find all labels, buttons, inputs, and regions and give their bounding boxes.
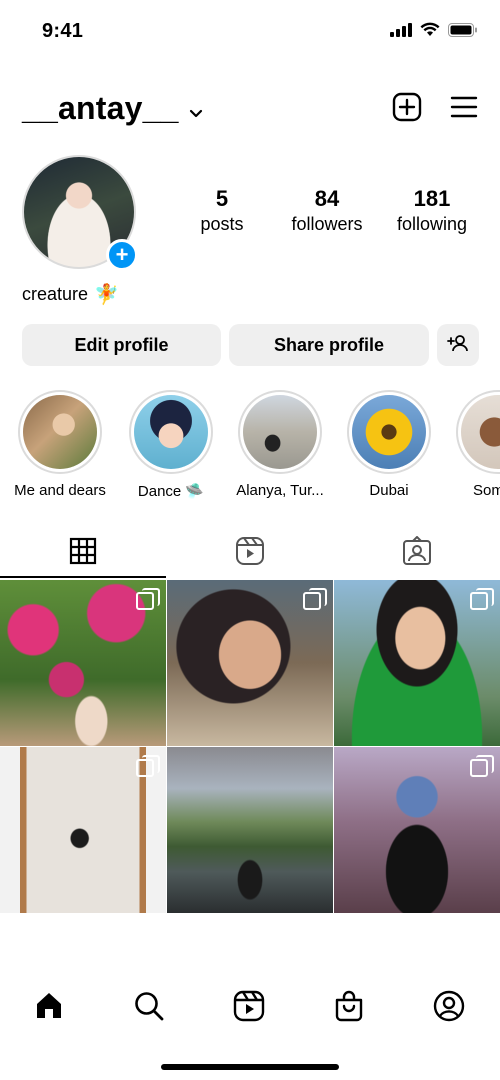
highlight-label: Alanya, Tur... bbox=[236, 482, 324, 499]
multiple-photos-icon bbox=[136, 755, 160, 777]
wifi-icon bbox=[420, 22, 440, 42]
discover-people-button[interactable] bbox=[437, 324, 479, 366]
status-bar: 9:41 bbox=[0, 0, 500, 62]
bio-text: creature bbox=[22, 284, 89, 304]
reels-icon bbox=[235, 536, 265, 571]
highlight-ring bbox=[18, 390, 102, 474]
following-stat[interactable]: 181 following bbox=[382, 186, 482, 235]
status-time: 9:41 bbox=[42, 20, 84, 42]
profile-actions: Edit profile Share profile bbox=[22, 324, 479, 366]
nav-shop[interactable] bbox=[329, 988, 369, 1028]
followers-label: followers bbox=[291, 214, 363, 234]
tagged-icon bbox=[402, 535, 432, 571]
tab-tagged[interactable] bbox=[334, 528, 500, 578]
highlight-ring bbox=[456, 390, 500, 474]
nav-profile[interactable] bbox=[429, 988, 469, 1028]
post-thumbnail[interactable] bbox=[334, 580, 500, 746]
reels-icon bbox=[233, 990, 265, 1027]
search-icon bbox=[133, 990, 165, 1027]
profile-icon bbox=[433, 990, 465, 1027]
status-icons bbox=[390, 22, 478, 42]
following-label: following bbox=[396, 214, 468, 234]
multiple-photos-icon bbox=[470, 588, 494, 610]
grid-icon bbox=[69, 537, 97, 570]
profile-bio: creature 🧚 bbox=[22, 282, 119, 307]
username: __antay__ bbox=[22, 90, 179, 126]
post-thumbnail[interactable] bbox=[167, 580, 333, 746]
story-highlights: Me and dears Dance 🛸 Alanya, Tur... Duba… bbox=[0, 390, 500, 502]
nav-home[interactable] bbox=[29, 988, 69, 1028]
menu-icon[interactable] bbox=[450, 95, 478, 124]
posts-label: posts bbox=[200, 214, 244, 234]
highlight-ring bbox=[129, 390, 213, 474]
battery-icon bbox=[448, 22, 478, 42]
nav-reels[interactable] bbox=[229, 988, 269, 1028]
post-thumbnail[interactable] bbox=[167, 747, 333, 913]
highlight-item[interactable]: Me and dears bbox=[12, 390, 108, 499]
followers-count: 84 bbox=[314, 186, 340, 211]
highlight-label: Dance 🛸 bbox=[137, 483, 205, 500]
add-story-icon[interactable]: + bbox=[106, 239, 138, 271]
profile-avatar[interactable]: + bbox=[22, 155, 138, 271]
create-post-icon[interactable] bbox=[392, 92, 422, 127]
highlight-item[interactable]: Alanya, Tur... bbox=[232, 390, 328, 499]
profile-tabs bbox=[0, 528, 500, 580]
highlight-item[interactable]: Dubai bbox=[341, 390, 437, 499]
highlight-label: Dubai bbox=[369, 482, 409, 499]
post-thumbnail[interactable] bbox=[0, 747, 166, 913]
highlight-cover bbox=[243, 395, 317, 469]
chevron-down-icon bbox=[189, 90, 203, 127]
highlight-ring bbox=[238, 390, 322, 474]
tab-posts-grid[interactable] bbox=[0, 528, 166, 578]
home-indicator[interactable] bbox=[161, 1064, 339, 1070]
highlight-ring bbox=[347, 390, 431, 474]
tab-reels[interactable] bbox=[167, 528, 333, 578]
nav-search[interactable] bbox=[129, 988, 169, 1028]
highlight-cover bbox=[352, 395, 426, 469]
highlight-cover bbox=[461, 395, 500, 469]
share-profile-button[interactable]: Share profile bbox=[229, 324, 429, 366]
add-user-icon bbox=[447, 334, 469, 357]
highlight-label: Somew bbox=[472, 482, 500, 499]
following-count: 181 bbox=[413, 186, 451, 211]
highlight-item[interactable]: Somew bbox=[450, 390, 500, 499]
bio-emoji: 🧚 bbox=[94, 284, 119, 306]
post-thumbnail[interactable] bbox=[0, 580, 166, 746]
account-switcher[interactable]: __antay__ bbox=[22, 90, 203, 127]
home-icon bbox=[33, 990, 65, 1027]
post-thumbnail[interactable] bbox=[334, 747, 500, 913]
profile-header: __antay__ bbox=[0, 84, 500, 132]
multiple-photos-icon bbox=[303, 588, 327, 610]
posts-count: 5 bbox=[215, 186, 229, 211]
highlight-label: Me and dears bbox=[14, 482, 106, 499]
multiple-photos-icon bbox=[470, 755, 494, 777]
active-tab-indicator bbox=[0, 576, 166, 578]
shop-icon bbox=[333, 990, 365, 1027]
highlight-cover bbox=[23, 395, 97, 469]
bottom-navigation bbox=[0, 980, 500, 1032]
profile-stats: 5 posts 84 followers 181 following bbox=[172, 186, 482, 235]
edit-profile-button[interactable]: Edit profile bbox=[22, 324, 221, 366]
highlight-item[interactable]: Dance 🛸 bbox=[123, 390, 219, 500]
cellular-signal-icon bbox=[390, 22, 412, 42]
posts-stat: 5 posts bbox=[172, 186, 272, 235]
multiple-photos-icon bbox=[136, 588, 160, 610]
header-actions bbox=[392, 92, 478, 127]
highlight-cover bbox=[134, 395, 208, 469]
followers-stat[interactable]: 84 followers bbox=[277, 186, 377, 235]
